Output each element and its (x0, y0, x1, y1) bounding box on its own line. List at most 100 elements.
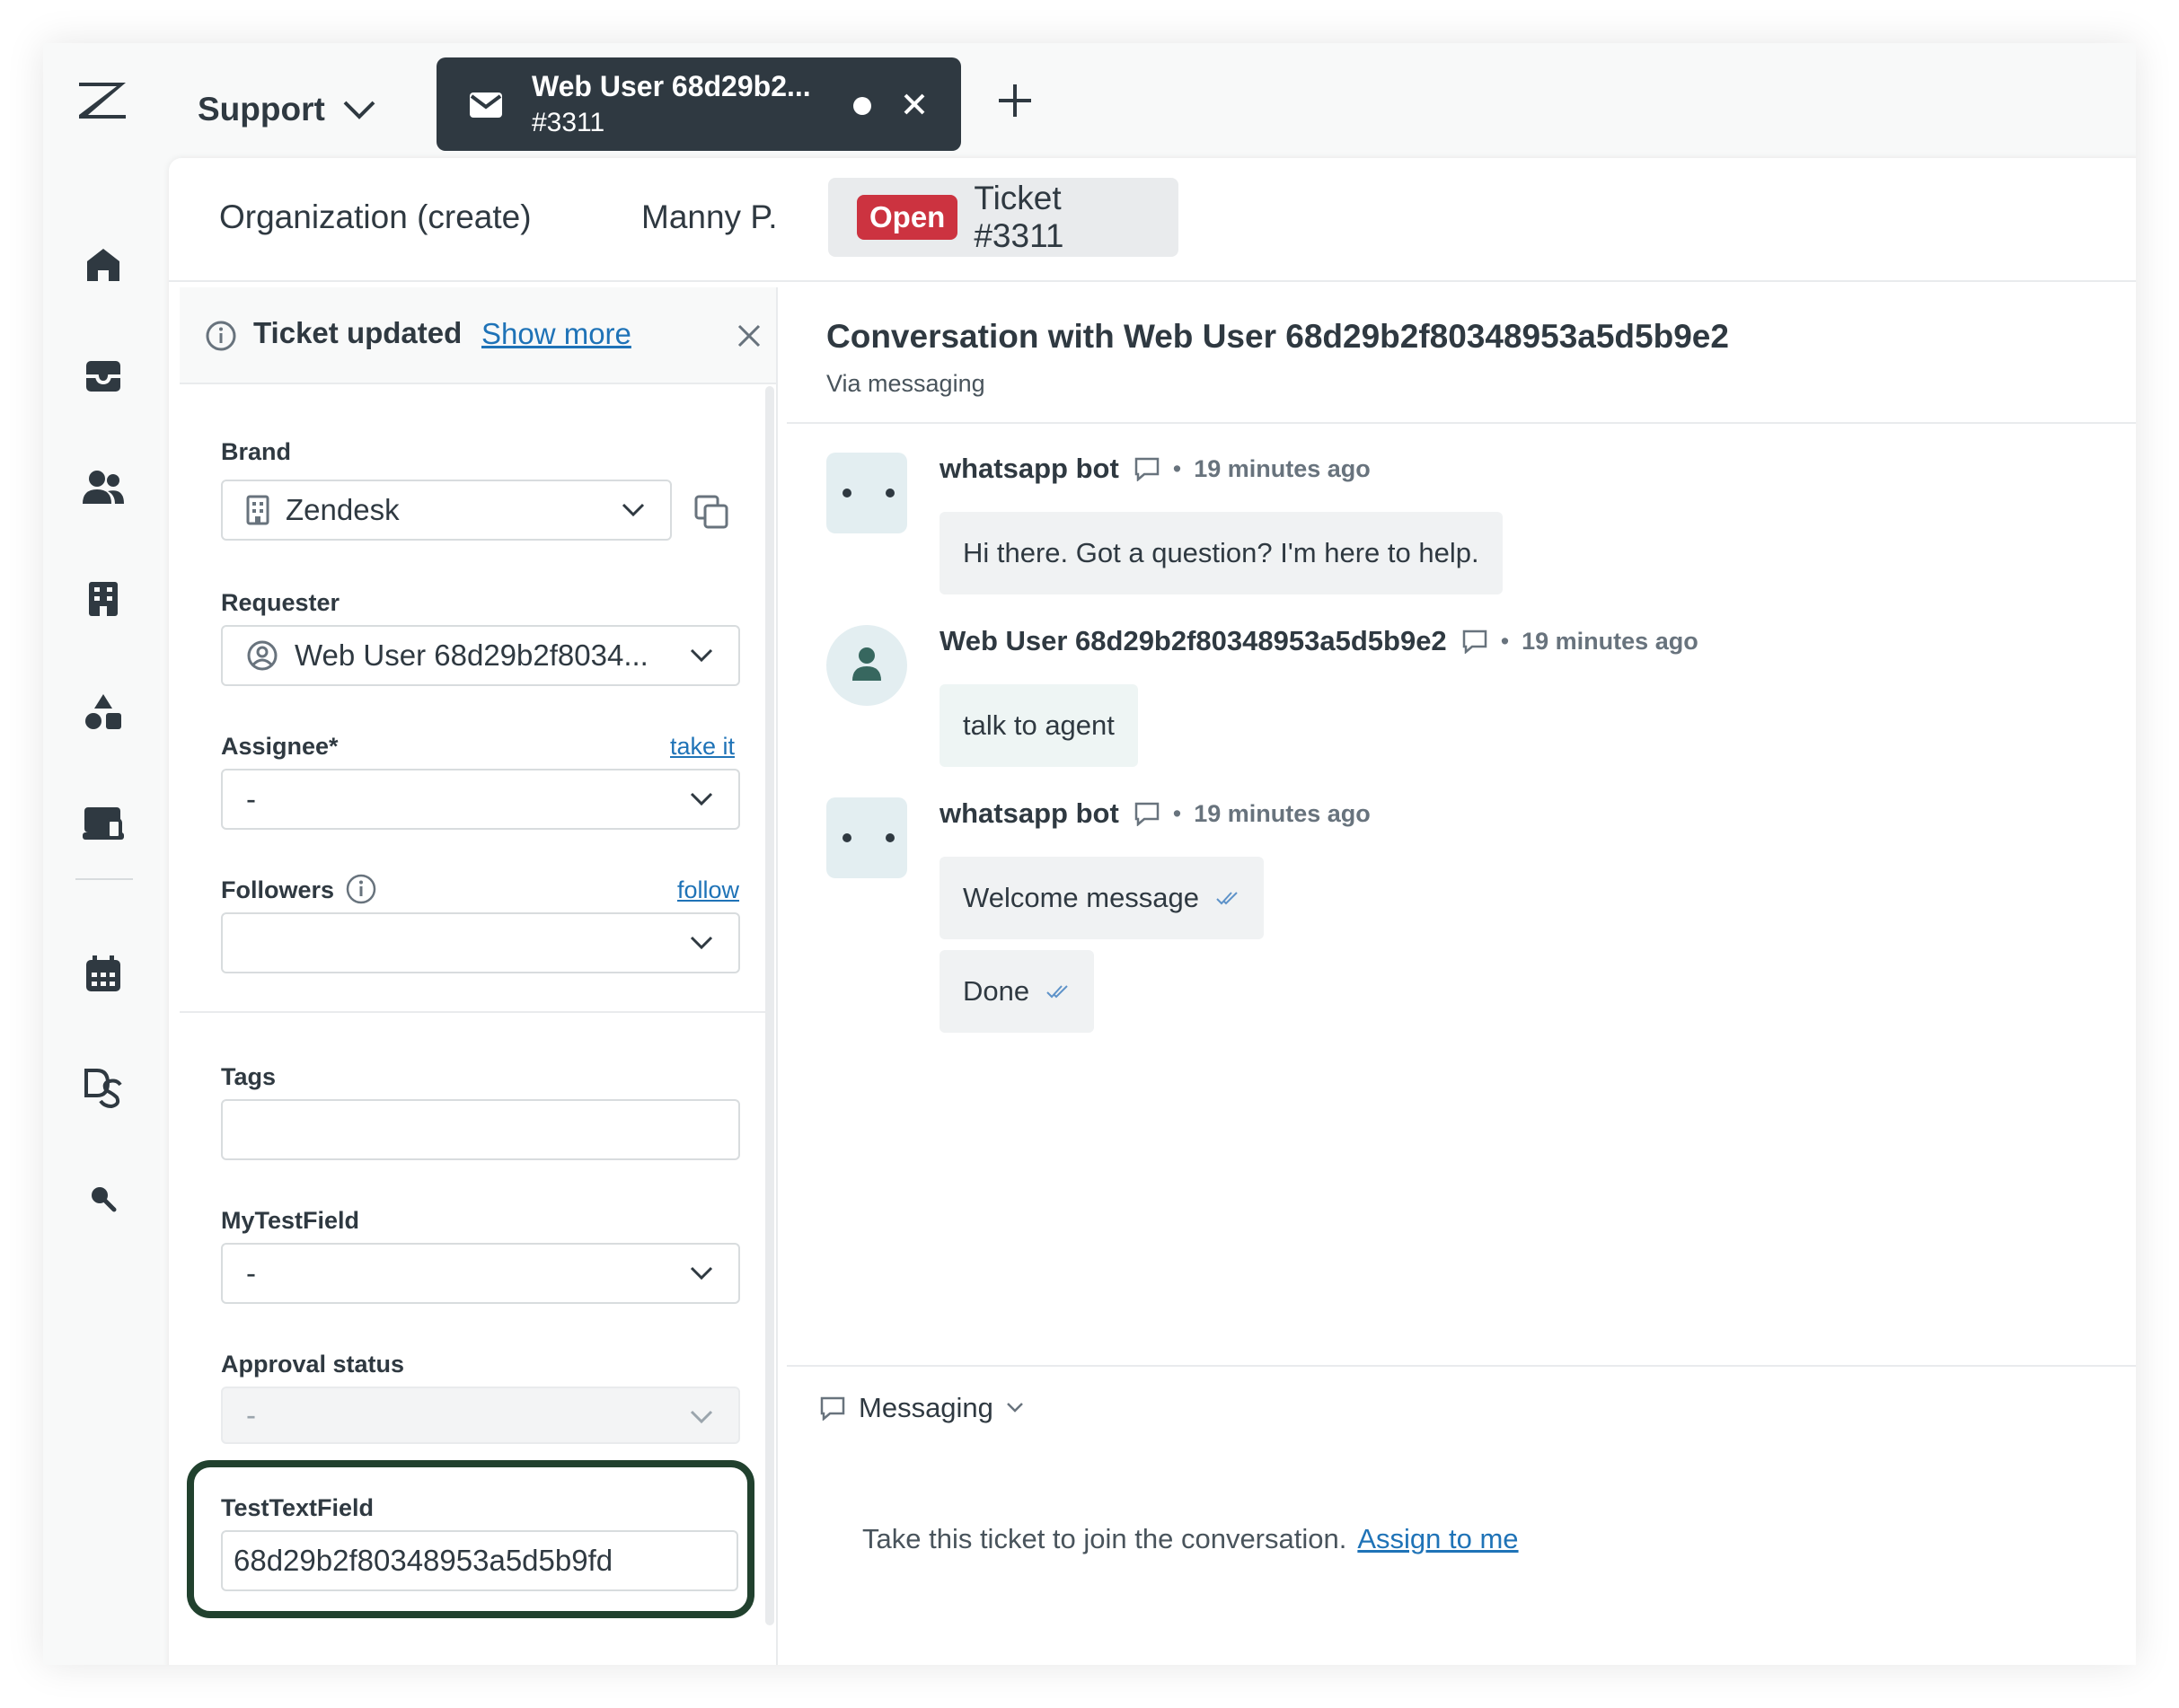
mytestfield-value: - (246, 1256, 256, 1290)
chevron-down-icon (690, 936, 713, 950)
message-time: 19 minutes ago (1194, 454, 1371, 482)
mail-icon (470, 92, 502, 118)
organizations-icon[interactable] (81, 577, 126, 621)
panel-scrollbar[interactable] (765, 386, 774, 1625)
calendar-icon[interactable] (81, 952, 126, 997)
ticket-workspace: Organization (create) Manny P. Open Tick… (169, 158, 2136, 1665)
chevron-down-icon (343, 101, 375, 119)
close-icon[interactable] (737, 323, 762, 348)
message-bubble: Hi there. Got a question? I'm here to he… (940, 512, 1503, 594)
approval-status-value: - (246, 1398, 256, 1431)
mytestfield-select[interactable]: - (221, 1243, 740, 1304)
requester-select[interactable]: Web User 68d29b2f8034... (221, 625, 740, 686)
context-tabs: Organization (create) Manny P. Open Tick… (169, 158, 2136, 282)
tags-input[interactable] (221, 1099, 740, 1160)
workspace-icon[interactable] (81, 801, 126, 846)
delivered-check-icon (1045, 983, 1071, 999)
brand-select[interactable]: Zendesk (221, 480, 672, 541)
message-header: whatsapp bot • 19 minutes ago (940, 453, 1371, 484)
ticket-tab[interactable]: Web User 68d29b2... #3311 (437, 57, 961, 151)
composer: Messaging Take this ticket to join the c… (787, 1365, 2136, 1665)
message-bubble: Welcome message (940, 857, 1265, 939)
panel-divider (180, 1011, 772, 1013)
join-conversation-note: Take this ticket to join the conversatio… (862, 1523, 1519, 1555)
message-author: Web User 68d29b2f80348953a5d5b9e2 (940, 625, 1447, 656)
tab-user[interactable]: Manny P. (641, 178, 778, 257)
message-header: whatsapp bot • 19 minutes ago (940, 797, 1371, 829)
conversation-title: Conversation with Web User 68d29b2f80348… (826, 318, 1729, 355)
testtextfield-input[interactable]: 68d29b2f80348953a5d5b9fd (221, 1530, 738, 1591)
status-badge: Open (857, 195, 958, 240)
customers-icon[interactable] (81, 465, 126, 510)
bot-avatar (826, 797, 907, 878)
chevron-down-icon (1007, 1403, 1023, 1413)
shapes-icon[interactable] (81, 690, 126, 735)
message-time: 19 minutes ago (1522, 627, 1698, 655)
brand-value: Zendesk (286, 493, 400, 526)
mytestfield-label: MyTestField (221, 1207, 360, 1234)
assignee-label: Assignee* (221, 733, 339, 760)
tab-ticket[interactable]: Open Ticket #3311 (828, 178, 1178, 257)
assign-to-me-link[interactable]: Assign to me (1357, 1523, 1518, 1554)
take-it-link[interactable]: take it (670, 733, 735, 761)
chat-bubble-icon (1461, 629, 1488, 654)
followers-label: Followers (221, 876, 335, 903)
message-text: Welcome message (963, 882, 1200, 913)
bot-avatar (826, 453, 907, 533)
app-window: Support Web User 68d29b2... #3311 Organi… (43, 43, 2136, 1665)
tags-label: Tags (221, 1063, 277, 1090)
message-text: talk to agent (963, 709, 1115, 741)
tab-organization[interactable]: Organization (create) (219, 178, 532, 257)
tab-ticket-label: Ticket #3311 (974, 180, 1064, 254)
zendesk-logo-icon[interactable] (75, 79, 129, 122)
ticket-updated-notice: Ticket updated Show more (180, 287, 776, 384)
message-text: Hi there. Got a question? I'm here to he… (963, 537, 1479, 568)
requester-value: Web User 68d29b2f8034... (295, 638, 648, 672)
assignee-value: - (246, 782, 256, 815)
conversation-header: Conversation with Web User 68d29b2f80348… (787, 287, 2136, 424)
channel-label: Messaging (859, 1392, 993, 1423)
user-avatar (826, 625, 907, 706)
search-icon[interactable] (81, 1176, 126, 1221)
nav-divider (75, 878, 133, 880)
message-bubble: talk to agent (940, 684, 1138, 767)
info-icon[interactable] (345, 873, 377, 905)
close-tab-icon[interactable] (900, 90, 929, 119)
chat-bubble-icon (820, 1396, 845, 1421)
add-tab-icon[interactable] (993, 79, 1037, 122)
copy-icon[interactable] (693, 494, 729, 530)
requester-label: Requester (221, 589, 340, 616)
message-time: 19 minutes ago (1194, 799, 1371, 827)
chat-bubble-icon (1134, 456, 1160, 481)
message-author: whatsapp bot (940, 797, 1119, 829)
ticket-tab-title: Web User 68d29b2... (532, 70, 811, 102)
product-switcher[interactable]: Support (198, 81, 377, 138)
unsaved-dot (853, 97, 871, 115)
approval-status-label: Approval status (221, 1351, 405, 1378)
nav-rail (43, 43, 169, 1665)
note-text: Take this ticket to join the conversatio… (862, 1523, 1347, 1554)
testtextfield-label: TestTextField (221, 1494, 375, 1521)
chevron-down-icon (690, 1266, 713, 1281)
message-text: Done (963, 975, 1030, 1007)
inbox-icon[interactable] (81, 354, 126, 399)
product-name: Support (198, 91, 325, 128)
assignee-select[interactable]: - (221, 769, 740, 830)
ticket-tab-number: #3311 (532, 108, 605, 137)
show-more-link[interactable]: Show more (481, 317, 631, 351)
delivered-check-icon (1215, 890, 1240, 906)
channel-selector[interactable]: Messaging (819, 1392, 1024, 1424)
user-circle-icon (247, 640, 278, 671)
message-header: Web User 68d29b2f80348953a5d5b9e2 • 19 m… (940, 625, 1698, 656)
person-icon (852, 647, 881, 681)
conversation-channel: Via messaging (826, 370, 985, 397)
docs-icon[interactable] (81, 1065, 126, 1110)
info-icon (206, 321, 236, 351)
brand-label: Brand (221, 438, 292, 465)
ticket-properties-panel: Ticket updated Show more Brand Zendesk R… (180, 287, 778, 1665)
follow-link[interactable]: follow (677, 876, 739, 904)
home-icon[interactable] (81, 242, 126, 287)
message-bubble: Done (940, 950, 1095, 1033)
chevron-down-icon (622, 503, 645, 517)
followers-select[interactable] (221, 912, 740, 973)
